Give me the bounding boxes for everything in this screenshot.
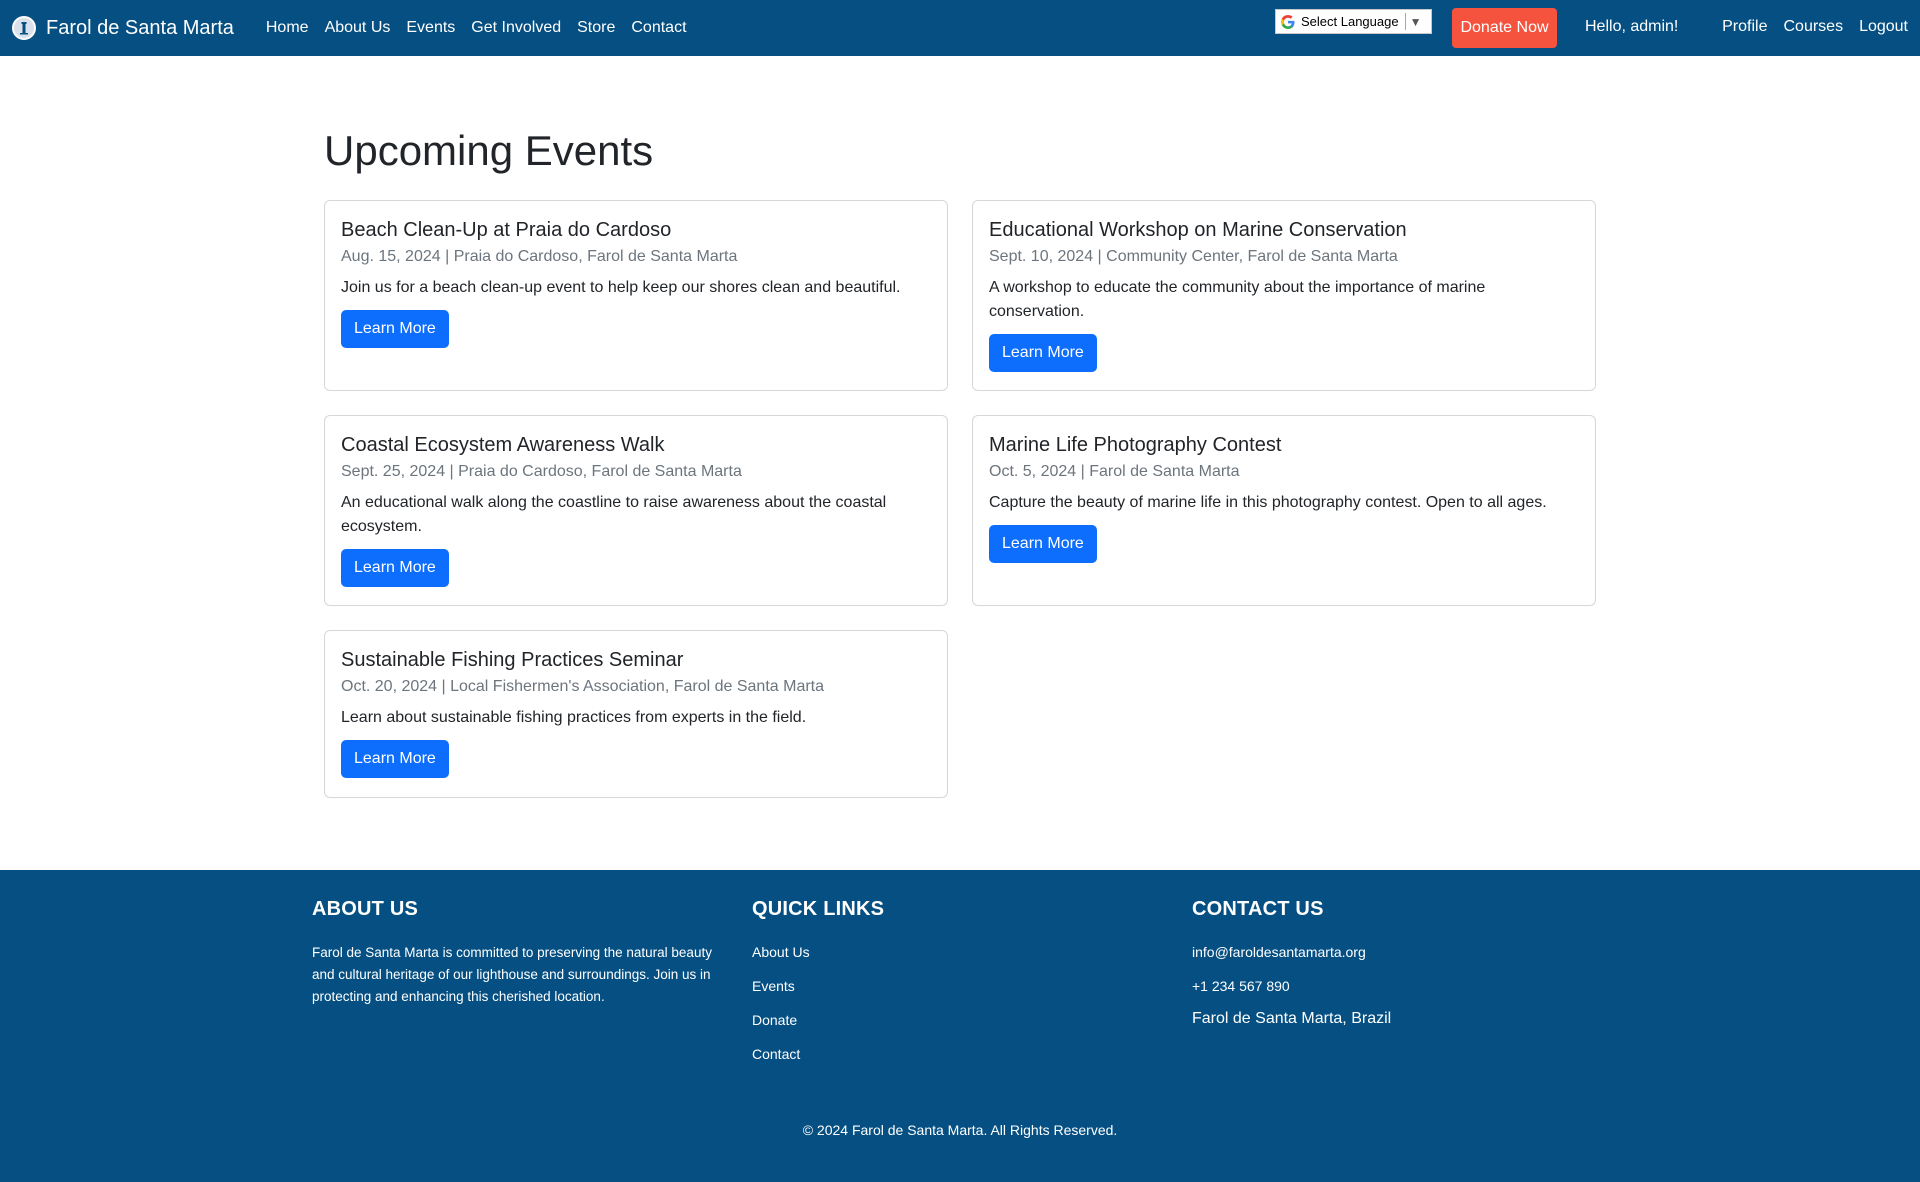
- event-title: Marine Life Photography Contest: [989, 434, 1282, 456]
- event-title: Coastal Ecosystem Awareness Walk: [341, 434, 665, 456]
- event-description: Capture the beauty of marine life in thi…: [989, 494, 1547, 511]
- footer-link-contact[interactable]: Contact: [752, 1043, 884, 1077]
- language-select[interactable]: Select Language ▼: [1275, 9, 1432, 34]
- dropdown-arrow-icon: ▼: [1409, 14, 1422, 29]
- event-card: Educational Workshop on Marine Conservat…: [972, 200, 1596, 391]
- lighthouse-logo-icon: [12, 16, 36, 40]
- event-card: Beach Clean-Up at Praia do Cardoso Aug. …: [324, 200, 948, 391]
- footer-contact-phone: +1 234 567 890: [1192, 978, 1290, 994]
- event-meta: Aug. 15, 2024 | Praia do Cardoso, Farol …: [341, 248, 738, 265]
- learn-more-button[interactable]: Learn More: [341, 740, 449, 778]
- event-meta: Oct. 20, 2024 | Local Fishermen's Associ…: [341, 678, 825, 695]
- footer-contact-location: Farol de Santa Marta, Brazil: [1192, 1010, 1392, 1027]
- event-title: Sustainable Fishing Practices Seminar: [341, 649, 684, 671]
- main-nav-links: Home About Us Events Get Involved Store …: [254, 19, 695, 37]
- nav-link-home[interactable]: Home: [258, 19, 317, 37]
- nav-link-events[interactable]: Events: [398, 19, 463, 37]
- event-card: Marine Life Photography Contest Oct. 5, …: [972, 415, 1596, 606]
- footer-quick-links-heading: QUICK LINKS: [752, 898, 885, 920]
- top-navbar: Farol de Santa Marta Home About Us Event…: [0, 0, 1920, 56]
- event-description: An educational walk along the coastline …: [341, 494, 887, 535]
- event-card: Sustainable Fishing Practices Seminar Oc…: [324, 630, 948, 798]
- event-title: Educational Workshop on Marine Conservat…: [989, 219, 1407, 241]
- nav-link-courses[interactable]: Courses: [1775, 18, 1851, 36]
- learn-more-button[interactable]: Learn More: [341, 310, 449, 348]
- footer-contact-heading: CONTACT US: [1192, 898, 1324, 920]
- event-meta: Sept. 25, 2024 | Praia do Cardoso, Farol…: [341, 463, 742, 480]
- event-description: Learn about sustainable fishing practice…: [341, 709, 807, 726]
- footer-link-events[interactable]: Events: [752, 975, 884, 1009]
- event-description: A workshop to educate the community abou…: [989, 279, 1486, 320]
- brand-name: Farol de Santa Marta: [46, 16, 234, 39]
- footer-contact-email[interactable]: info@faroldesantamarta.org: [1192, 941, 1391, 963]
- nav-link-store[interactable]: Store: [569, 19, 623, 37]
- learn-more-button[interactable]: Learn More: [989, 334, 1097, 372]
- footer-about-heading: ABOUT US: [312, 898, 419, 920]
- user-nav-links: Profile Courses Logout: [1710, 18, 1908, 36]
- event-description: Join us for a beach clean-up event to he…: [341, 279, 901, 296]
- nav-link-logout[interactable]: Logout: [1851, 18, 1908, 36]
- nav-link-get-involved[interactable]: Get Involved: [463, 19, 569, 37]
- footer-link-donate[interactable]: Donate: [752, 1009, 884, 1043]
- event-card: Coastal Ecosystem Awareness Walk Sept. 2…: [324, 415, 948, 606]
- footer-quick-links-list: About Us Events Donate Contact: [752, 941, 884, 1077]
- event-meta: Sept. 10, 2024 | Community Center, Farol…: [989, 248, 1398, 265]
- donate-now-button[interactable]: Donate Now: [1452, 8, 1557, 48]
- footer-copyright: © 2024 Farol de Santa Marta. All Rights …: [802, 1122, 1118, 1138]
- events-grid: Beach Clean-Up at Praia do Cardoso Aug. …: [324, 200, 1596, 798]
- nav-link-about-us[interactable]: About Us: [317, 19, 399, 37]
- nav-link-profile[interactable]: Profile: [1714, 18, 1775, 36]
- user-greeting: Hello, admin!: [1585, 18, 1679, 35]
- footer-about-text: Farol de Santa Marta is committed to pre…: [312, 945, 712, 1004]
- google-g-icon: [1279, 13, 1297, 31]
- event-meta: Oct. 5, 2024 | Farol de Santa Marta: [989, 463, 1240, 480]
- nav-link-contact[interactable]: Contact: [623, 19, 694, 37]
- event-title: Beach Clean-Up at Praia do Cardoso: [341, 219, 672, 241]
- footer-contact-section: CONTACT US info@faroldesantamarta.org +1…: [1192, 898, 1391, 1030]
- page-title: Upcoming Events: [324, 127, 654, 174]
- footer-about-section: ABOUT US Farol de Santa Marta is committ…: [312, 898, 732, 1008]
- brand-link[interactable]: Farol de Santa Marta: [12, 16, 234, 40]
- footer-link-about-us[interactable]: About Us: [752, 941, 884, 975]
- language-select-label: Select Language: [1301, 14, 1399, 29]
- learn-more-button[interactable]: Learn More: [989, 525, 1097, 563]
- language-select-divider: [1404, 13, 1406, 30]
- learn-more-button[interactable]: Learn More: [341, 549, 449, 587]
- site-footer: ABOUT US Farol de Santa Marta is committ…: [0, 870, 1920, 1182]
- footer-quick-links-section: QUICK LINKS About Us Events Donate Conta…: [752, 898, 884, 1077]
